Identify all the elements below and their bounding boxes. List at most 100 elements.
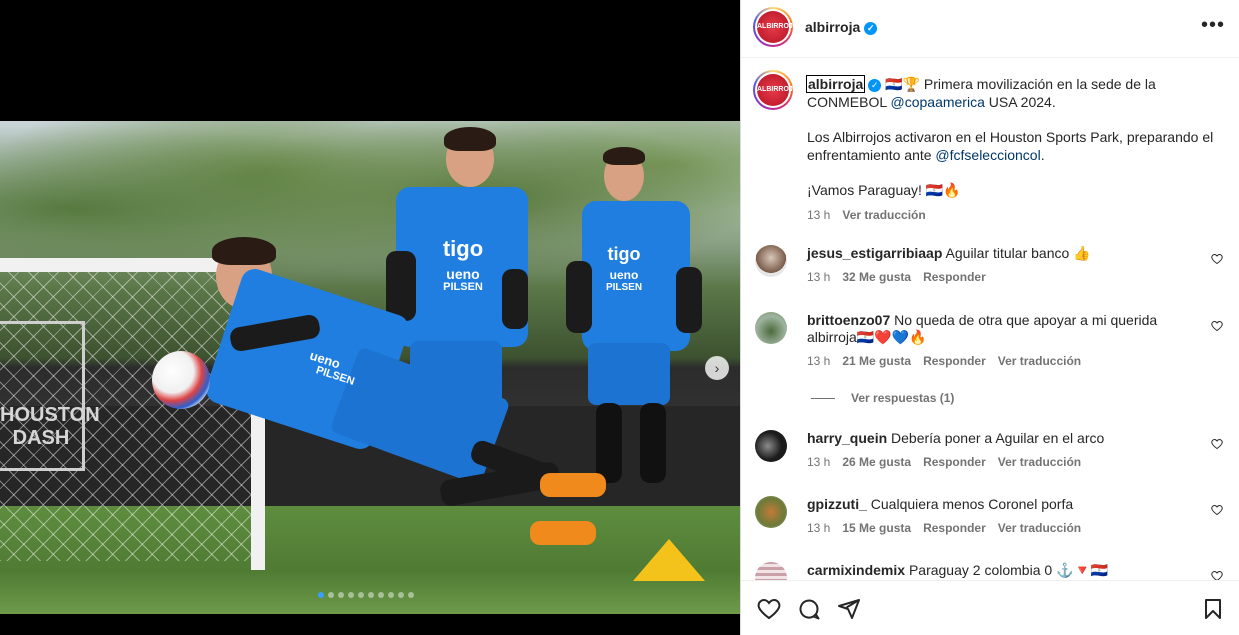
comment-meta: 13 h 21 Me gusta Responder Ver traducción	[807, 353, 1202, 370]
carousel-dot	[378, 592, 384, 598]
comment-username[interactable]: carmixindemix	[807, 562, 905, 578]
avatar[interactable]	[755, 430, 787, 462]
carousel-dot	[348, 592, 354, 598]
like-count[interactable]: 15 Me gusta	[842, 521, 911, 535]
timestamp[interactable]: 13 h	[807, 270, 830, 284]
comment-text: Cualquiera menos Coronel porfa	[870, 496, 1074, 512]
like-count[interactable]: 26 Me gusta	[842, 455, 911, 469]
comment-username[interactable]: brittoenzo07	[807, 312, 890, 328]
albirroja-logo: ALBIRROJA	[757, 74, 798, 106]
avatar[interactable]	[755, 245, 787, 277]
see-translation-link[interactable]: Ver traducción	[998, 455, 1081, 469]
see-translation-link[interactable]: Ver traducción	[998, 354, 1081, 368]
caption-line: ¡Vamos Paraguay! 🇵🇾🔥	[807, 182, 961, 198]
comment-meta: 13 h 15 Me gusta Responder Ver traducción	[807, 520, 1202, 537]
comment-text: Paraguay 2 colombia 0 ⚓🔻🇵🇾	[908, 562, 1109, 578]
instagram-post-modal: HOUSTON DASH tigo ueno PILSEN tigo ueno …	[0, 0, 1239, 635]
post-media[interactable]: HOUSTON DASH tigo ueno PILSEN tigo ueno …	[0, 0, 740, 635]
soccer-ball	[152, 351, 210, 409]
verified-badge-icon: ✓	[864, 21, 878, 35]
post-author[interactable]: albirroja ✓	[805, 19, 878, 35]
mention-link[interactable]: @copaamerica	[891, 94, 985, 110]
timestamp[interactable]: 13 h	[807, 521, 830, 535]
reply-button[interactable]: Responder	[923, 270, 986, 284]
sponsor-ueno: ueno	[446, 266, 480, 282]
comment-text: Debería poner a Aguilar en el arco	[891, 430, 1105, 446]
comments-scroll-area[interactable]: ALBIRROJA albirroja ✓ 🇵🇾🏆 Primera moviliz…	[741, 59, 1239, 580]
more-options-icon[interactable]: •••	[1201, 14, 1225, 37]
avatar[interactable]	[755, 312, 787, 344]
timestamp[interactable]: 13 h	[807, 354, 830, 368]
timestamp[interactable]: 13 h	[807, 208, 830, 222]
sponsor-tigo: tigo	[607, 244, 641, 264]
caption-username[interactable]: albirroja	[805, 75, 866, 93]
like-heart-icon[interactable]	[1211, 253, 1223, 265]
reply-button[interactable]: Responder	[923, 354, 986, 368]
verified-badge-icon: ✓	[868, 78, 882, 92]
goalkeeper-boot	[540, 473, 606, 497]
player-arm	[566, 261, 592, 333]
carousel-dot	[318, 592, 324, 598]
see-translation-link[interactable]: Ver traducción	[842, 208, 925, 222]
comment-username[interactable]: jesus_estigarribiaap	[807, 245, 942, 261]
carousel-dots	[318, 592, 414, 598]
like-heart-icon[interactable]	[1211, 570, 1223, 580]
caption-text: .	[1040, 147, 1045, 163]
reply-button[interactable]: Responder	[923, 521, 986, 535]
carousel-dot	[408, 592, 414, 598]
caption-line: albirroja ✓ 🇵🇾🏆 Primera movilización en l…	[805, 75, 1222, 111]
caption-text: USA 2024.	[984, 94, 1056, 110]
caption-line: Los Albirrojos activaron en el Houston S…	[807, 128, 1222, 164]
see-translation-link[interactable]: Ver traducción	[998, 521, 1081, 535]
like-heart-icon[interactable]	[1211, 504, 1223, 516]
sponsor-pilsen: PILSEN	[605, 282, 643, 293]
post-header: ALBIRROJA albirroja ✓ •••	[741, 0, 1239, 58]
player-shorts	[588, 343, 670, 405]
carousel-dot	[398, 592, 404, 598]
player-hair	[444, 127, 496, 151]
sponsor-tigo: tigo	[442, 236, 484, 261]
share-send-icon[interactable]	[837, 597, 861, 621]
post-sidebar: ALBIRROJA albirroja ✓ ••• ALBIRROJA albir…	[740, 0, 1239, 635]
chevron-right-icon: ›	[714, 360, 720, 376]
post-caption: albirroja ✓ 🇵🇾🏆 Primera movilización en l…	[805, 75, 1222, 224]
like-heart-icon[interactable]	[757, 597, 781, 621]
albirroja-logo: ALBIRROJA	[757, 11, 798, 43]
comment-icon[interactable]	[797, 597, 821, 621]
comment-username[interactable]: gpizzuti_	[807, 496, 867, 512]
comment-username[interactable]: harry_quein	[807, 430, 887, 446]
like-count[interactable]: 32 Me gusta	[842, 270, 911, 284]
timestamp[interactable]: 13 h	[807, 455, 830, 469]
carousel-dot	[328, 592, 334, 598]
like-heart-icon[interactable]	[1211, 438, 1223, 450]
bookmark-icon[interactable]	[1201, 597, 1225, 621]
player-hair	[603, 147, 645, 165]
goalkeeper-boot	[530, 521, 596, 545]
like-heart-icon[interactable]	[1211, 320, 1223, 332]
reply-button[interactable]: Responder	[923, 455, 986, 469]
carousel-next-button[interactable]: ›	[705, 356, 729, 380]
comment-meta: 13 h 32 Me gusta Responder	[807, 269, 1202, 286]
player-arm	[676, 267, 702, 333]
carousel-dot	[368, 592, 374, 598]
avatar[interactable]	[755, 496, 787, 528]
view-replies-button[interactable]: Ver respuestas (1)	[811, 391, 954, 405]
comment-meta: 13 h 26 Me gusta Responder Ver traducción	[807, 454, 1202, 471]
houston-dash-logo: HOUSTON DASH	[0, 321, 100, 471]
divider-line	[811, 398, 835, 400]
player-leg	[596, 403, 622, 483]
carousel-dot	[358, 592, 364, 598]
training-cone	[633, 539, 705, 581]
player-arm	[502, 269, 528, 329]
avatar[interactable]: ALBIRROJA	[753, 7, 798, 47]
carousel-dot	[388, 592, 394, 598]
like-count[interactable]: 21 Me gusta	[842, 354, 911, 368]
mention-link[interactable]: @fcfseleccioncol	[935, 147, 1040, 163]
sponsor-pilsen: PILSEN	[443, 281, 483, 293]
player-arm	[386, 251, 416, 321]
avatar[interactable]: ALBIRROJA	[753, 70, 798, 110]
player-leg	[640, 403, 666, 483]
post-actions-bar	[741, 580, 1239, 635]
post-photo: HOUSTON DASH tigo ueno PILSEN tigo ueno …	[0, 121, 740, 614]
avatar[interactable]	[755, 562, 787, 580]
